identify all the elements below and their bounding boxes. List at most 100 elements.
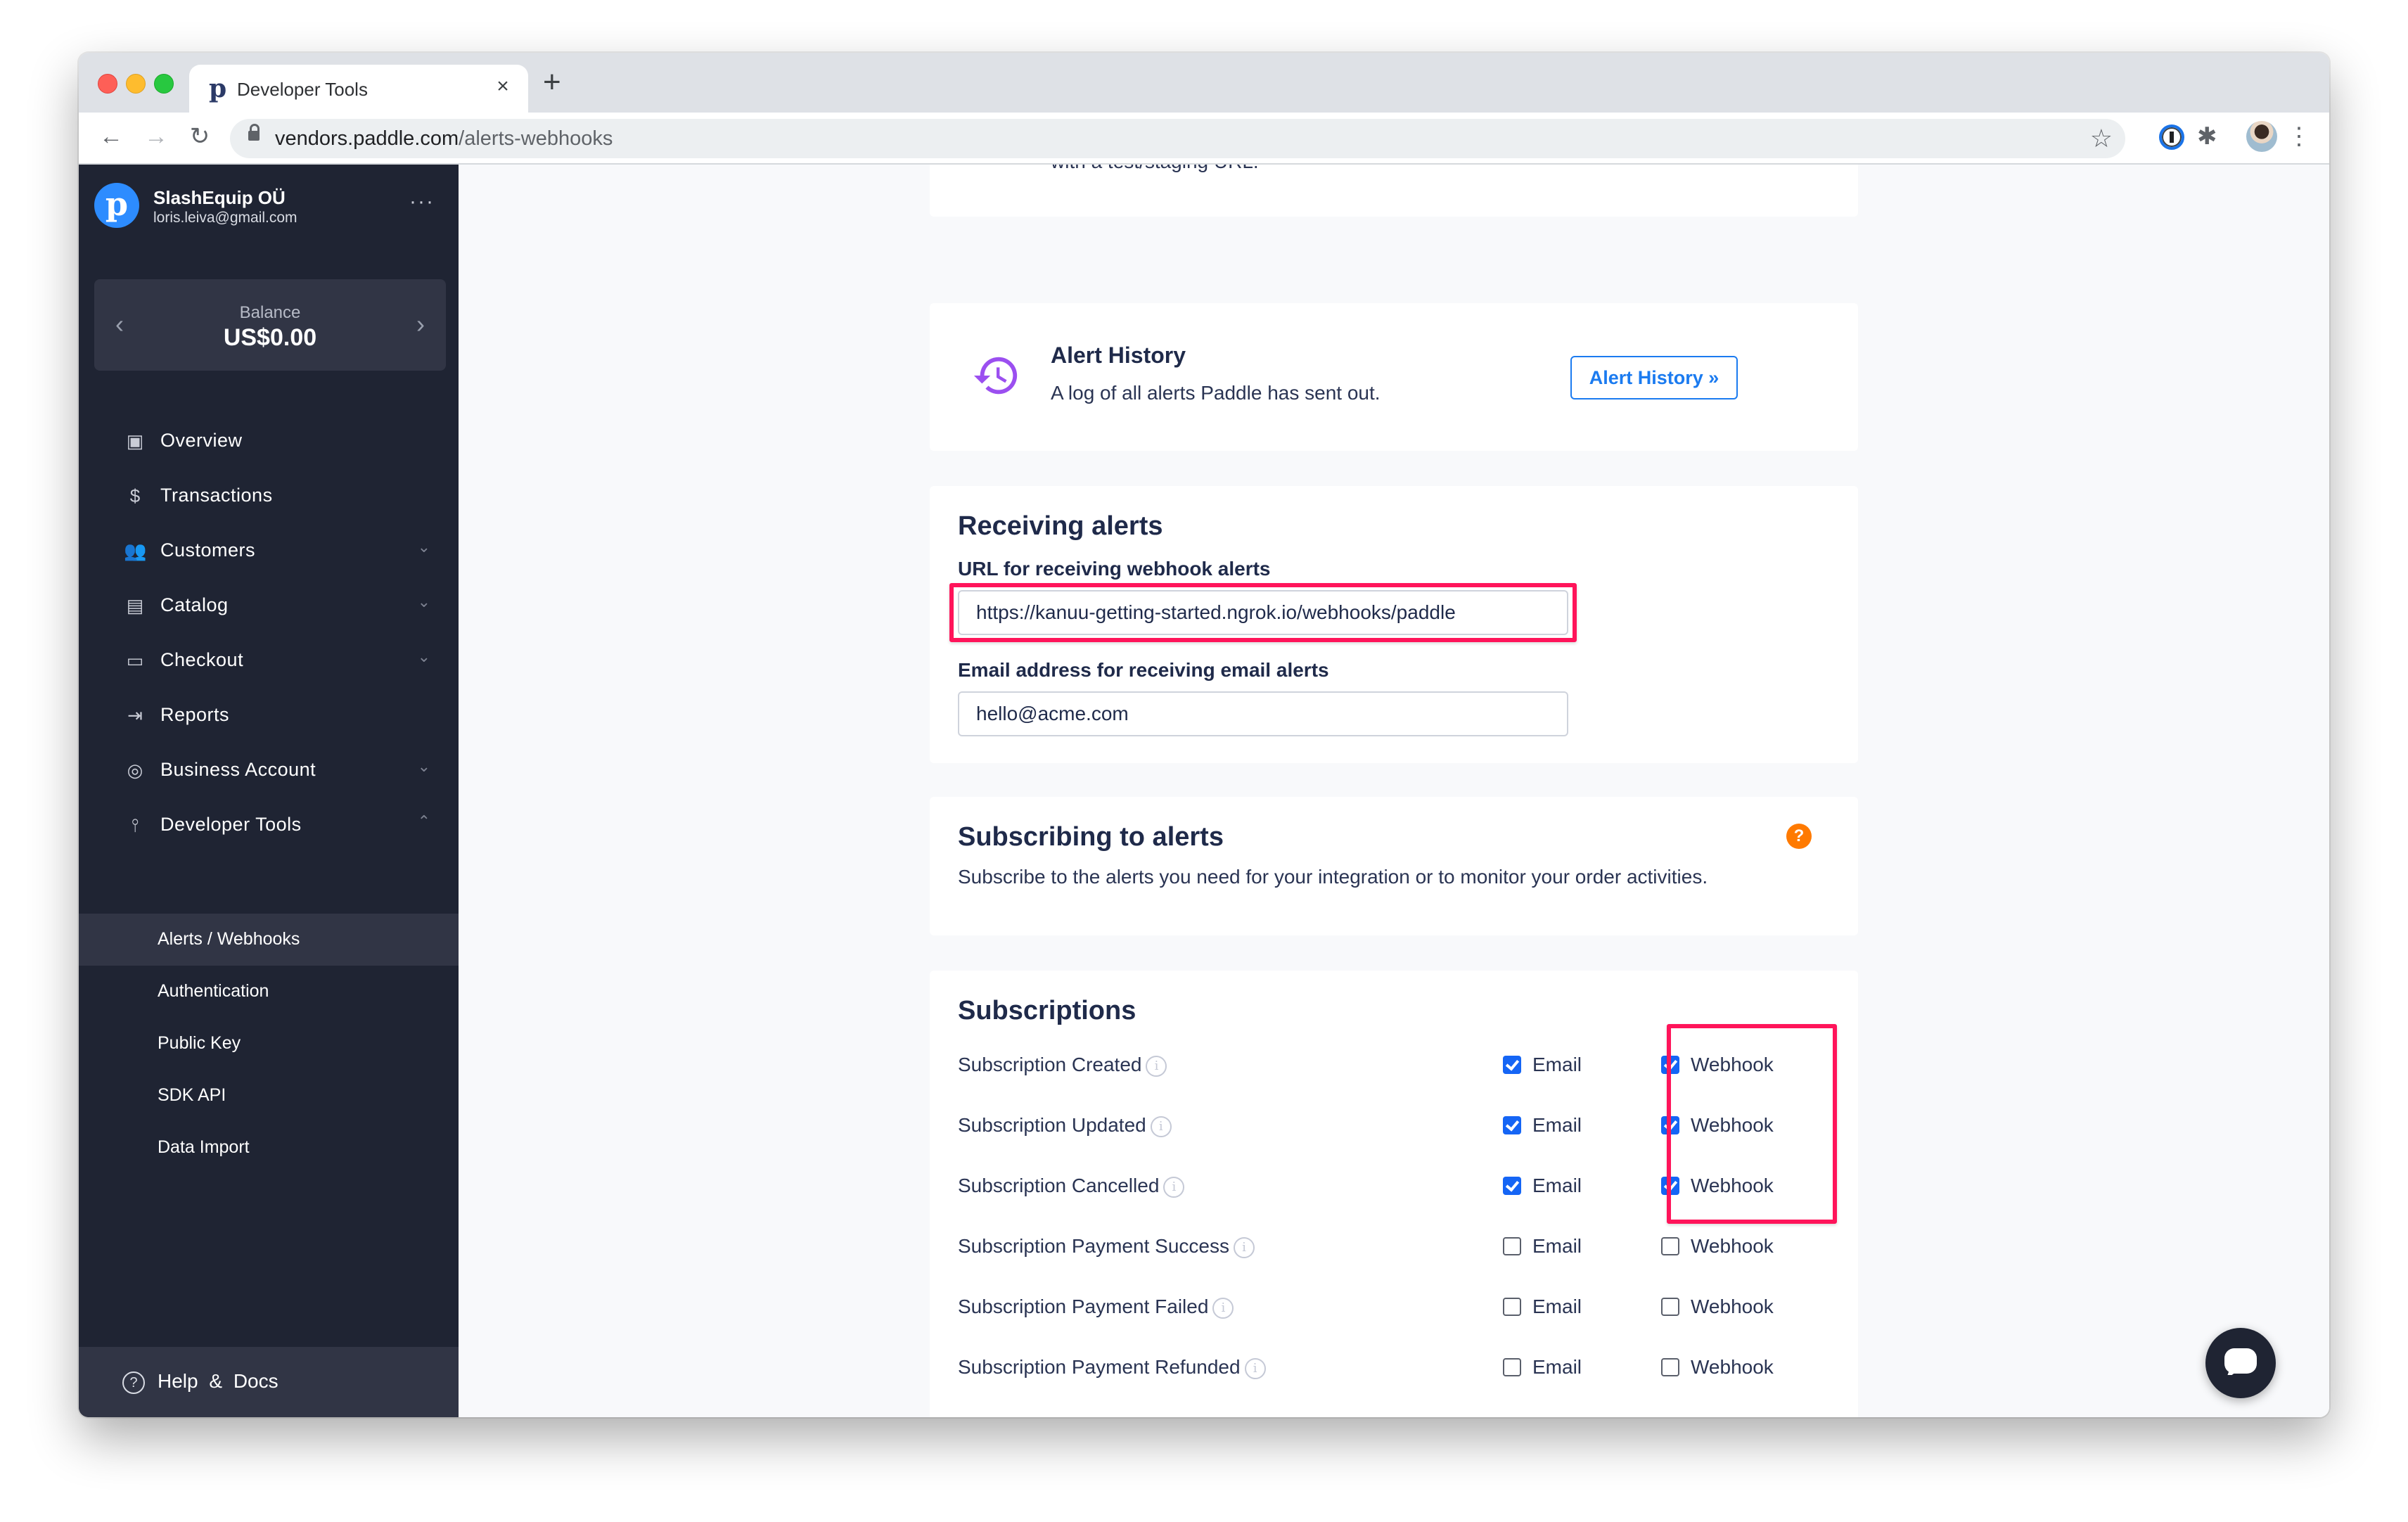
- url-text[interactable]: vendors.paddle.com/alerts-webhooks: [275, 127, 613, 151]
- tab-bar: p Developer Tools × +: [79, 53, 2329, 113]
- webhook-checkbox-option[interactable]: Webhook: [1661, 1296, 1774, 1318]
- subscription-row: Subscription Cancelled i Email Webhook: [930, 1165, 1858, 1207]
- url-path: /alerts-webhooks: [459, 127, 613, 150]
- sidebar-item-transactions[interactable]: $ Transactions: [79, 468, 459, 523]
- browser-window: p Developer Tools × + ← → ↻ vendors.padd…: [79, 53, 2329, 1417]
- back-arrow-icon[interactable]: ←: [97, 122, 125, 151]
- sidebar-subitem-data-import[interactable]: Data Import: [79, 1122, 459, 1174]
- help-docs-link[interactable]: ? Help & Docs: [79, 1347, 459, 1417]
- email-checkbox[interactable]: [1503, 1298, 1521, 1316]
- user-circle-icon: ◎: [127, 760, 143, 781]
- tab-close-icon[interactable]: ×: [490, 75, 515, 98]
- info-icon[interactable]: i: [1150, 1115, 1172, 1137]
- email-option-label: Email: [1532, 1114, 1582, 1136]
- webhook-checkbox-option[interactable]: Webhook: [1661, 1054, 1774, 1076]
- webhook-checkbox[interactable]: [1661, 1358, 1679, 1376]
- help-question-icon[interactable]: ?: [1786, 824, 1812, 849]
- help-circle-icon: ?: [122, 1371, 145, 1394]
- sidebar-item-customers[interactable]: 👥 Customers ⌄: [79, 523, 459, 577]
- extensions-puzzle-icon[interactable]: ✱: [2197, 122, 2217, 151]
- webhook-checkbox[interactable]: [1661, 1177, 1679, 1195]
- webhook-checkbox-option[interactable]: Webhook: [1661, 1175, 1774, 1197]
- dollar-circle-icon: $: [129, 485, 141, 506]
- account-more-icon[interactable]: ···: [409, 190, 435, 214]
- reload-icon[interactable]: ↻: [186, 122, 214, 151]
- info-icon[interactable]: i: [1233, 1236, 1255, 1258]
- email-checkbox[interactable]: [1503, 1237, 1521, 1255]
- sidebar-subitem-authentication[interactable]: Authentication: [79, 966, 459, 1018]
- receiving-alerts-card: Receiving alerts URL for receiving webho…: [930, 486, 1858, 763]
- email-checkbox[interactable]: [1503, 1358, 1521, 1376]
- info-icon[interactable]: i: [1212, 1297, 1234, 1319]
- paddle-logo: p: [94, 183, 139, 228]
- close-window-button[interactable]: [98, 74, 117, 94]
- tab-developer-tools[interactable]: p Developer Tools ×: [189, 65, 528, 113]
- profile-avatar[interactable]: [2246, 121, 2277, 152]
- sidebar-item-developer-tools[interactable]: ⫯ Developer Tools ⌃: [79, 797, 459, 852]
- info-icon[interactable]: i: [1244, 1357, 1266, 1379]
- webhook-checkbox[interactable]: [1661, 1056, 1679, 1074]
- webhook-checkbox[interactable]: [1661, 1298, 1679, 1316]
- sidebar-item-business-account[interactable]: ◎ Business Account ⌄: [79, 742, 459, 797]
- chevron-down-icon[interactable]: ⌄: [418, 648, 430, 666]
- email-checkbox-option[interactable]: Email: [1503, 1114, 1582, 1137]
- row-label: Subscription Created i: [958, 1054, 1167, 1077]
- info-icon[interactable]: i: [1163, 1176, 1185, 1198]
- webhook-option-label: Webhook: [1691, 1296, 1774, 1317]
- chevron-down-icon[interactable]: ⌄: [418, 538, 430, 556]
- subscription-row: Subscription Created i Email Webhook: [930, 1044, 1858, 1086]
- sidebar: p SlashEquip OÜ loris.leiva@gmail.com ··…: [79, 165, 459, 1417]
- webhook-url-input[interactable]: https://kanuu-getting-started.ngrok.io/w…: [958, 590, 1568, 635]
- chevron-down-icon[interactable]: ⌄: [418, 757, 430, 776]
- password-manager-extension-icon[interactable]: [2159, 124, 2184, 150]
- sidebar-item-overview[interactable]: ▣ Overview: [79, 413, 459, 468]
- email-checkbox-option[interactable]: Email: [1503, 1296, 1582, 1318]
- email-checkbox[interactable]: [1503, 1177, 1521, 1195]
- alert-history-button[interactable]: Alert History »: [1570, 356, 1738, 399]
- webhook-checkbox-option[interactable]: Webhook: [1661, 1235, 1774, 1258]
- bookmark-star-icon[interactable]: ☆: [2090, 124, 2113, 153]
- sidebar-subitem-alerts-webhooks[interactable]: Alerts / Webhooks: [79, 914, 459, 966]
- row-label: Subscription Updated i: [958, 1114, 1172, 1137]
- chat-bubble-icon: [2224, 1348, 2257, 1374]
- webhook-checkbox[interactable]: [1661, 1116, 1679, 1134]
- sidebar-item-reports[interactable]: ⇥ Reports: [79, 687, 459, 742]
- email-checkbox[interactable]: [1503, 1056, 1521, 1074]
- row-label-text: Subscription Payment Success: [958, 1235, 1229, 1257]
- sidebar-subitem-sdk-api[interactable]: SDK API: [79, 1070, 459, 1122]
- chevron-up-icon[interactable]: ⌃: [418, 812, 430, 831]
- email-address-input[interactable]: hello@acme.com: [958, 691, 1568, 736]
- sidebar-subitem-label: Public Key: [158, 1033, 241, 1053]
- info-icon[interactable]: i: [1146, 1055, 1167, 1077]
- address-bar[interactable]: vendors.paddle.com/alerts-webhooks ☆: [230, 119, 2125, 158]
- browser-menu-icon[interactable]: ⋮: [2287, 120, 2311, 153]
- subscribing-title: Subscribing to alerts: [958, 822, 1224, 852]
- sidebar-item-checkout[interactable]: ▭ Checkout ⌄: [79, 632, 459, 687]
- forward-arrow-icon[interactable]: →: [142, 122, 170, 151]
- sidebar-subitem-public-key[interactable]: Public Key: [79, 1018, 459, 1070]
- sidebar-item-label: Reports: [160, 704, 230, 725]
- email-checkbox-option[interactable]: Email: [1503, 1356, 1582, 1379]
- cut-off-text: with a test/staging URL.: [1051, 165, 1259, 173]
- lock-icon[interactable]: [248, 124, 260, 141]
- email-option-label: Email: [1532, 1175, 1582, 1196]
- main-content[interactable]: with a test/staging URL. Alert History A…: [459, 165, 2329, 1417]
- email-checkbox[interactable]: [1503, 1116, 1521, 1134]
- subscription-row: Subscription Payment Failed i Email Webho…: [930, 1286, 1858, 1328]
- balance-next-icon[interactable]: ›: [416, 307, 425, 341]
- maximize-window-button[interactable]: [154, 74, 174, 94]
- email-checkbox-option[interactable]: Email: [1503, 1054, 1582, 1076]
- email-option-label: Email: [1532, 1235, 1582, 1257]
- chat-support-button[interactable]: [2205, 1328, 2276, 1398]
- webhook-checkbox[interactable]: [1661, 1237, 1679, 1255]
- minimize-window-button[interactable]: [126, 74, 146, 94]
- chevron-down-icon[interactable]: ⌄: [418, 593, 430, 611]
- sidebar-subitem-label: SDK API: [158, 1085, 226, 1105]
- webhook-checkbox-option[interactable]: Webhook: [1661, 1356, 1774, 1379]
- new-tab-button[interactable]: +: [543, 67, 561, 98]
- sidebar-item-catalog[interactable]: ▤ Catalog ⌄: [79, 577, 459, 632]
- webhook-checkbox-option[interactable]: Webhook: [1661, 1114, 1774, 1137]
- sidebar-subitem-label: Authentication: [158, 981, 269, 1001]
- email-checkbox-option[interactable]: Email: [1503, 1235, 1582, 1258]
- email-checkbox-option[interactable]: Email: [1503, 1175, 1582, 1197]
